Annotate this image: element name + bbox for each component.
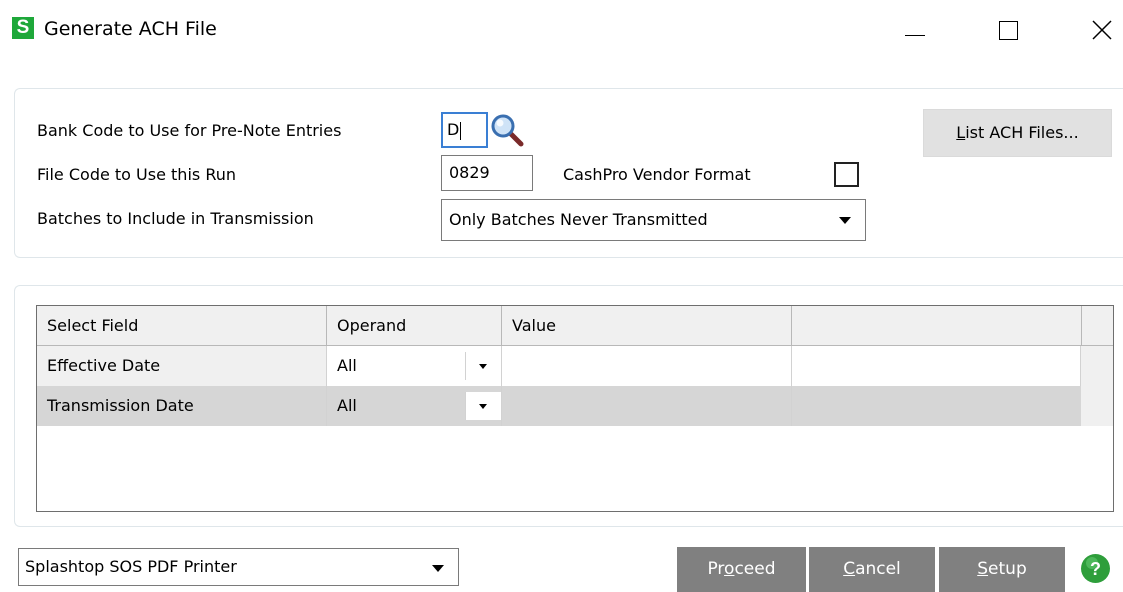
proceed-mnemonic: o (724, 559, 735, 579)
chevron-down-icon (479, 364, 487, 369)
window-title: Generate ACH File (44, 18, 217, 40)
setup-mnemonic: S (977, 559, 989, 579)
column-header-blank (792, 306, 1082, 346)
setup-button[interactable]: Setup (939, 547, 1065, 592)
chevron-down-icon[interactable] (432, 565, 444, 572)
close-icon (1092, 20, 1112, 40)
operand-value: All (337, 396, 357, 415)
table-row[interactable]: Transmission Date All (37, 386, 1081, 426)
blank-cell (792, 386, 1081, 426)
bank-code-label: Bank Code to Use for Pre-Note Entries (37, 121, 342, 140)
printer-select[interactable]: Splashtop SOS PDF Printer (18, 548, 459, 586)
operand-dropdown-button[interactable] (465, 352, 501, 380)
chevron-down-icon[interactable] (839, 217, 851, 224)
text-caret (460, 121, 462, 140)
close-button[interactable] (1079, 10, 1123, 50)
minimize-button[interactable] (893, 10, 939, 50)
value-cell[interactable] (502, 346, 792, 386)
chevron-down-icon (479, 404, 487, 409)
cashpro-checkbox[interactable] (834, 162, 859, 187)
help-glyph: ? (1090, 559, 1101, 579)
operand-dropdown-button[interactable] (465, 392, 501, 420)
selection-grid: Select Field Operand Value Effective Dat… (36, 305, 1114, 512)
batches-selected-value: Only Batches Never Transmitted (449, 210, 708, 229)
proceed-label-start: Pr (707, 559, 725, 579)
column-header-value[interactable]: Value (502, 306, 792, 346)
operand-value: All (337, 356, 357, 375)
cancel-button[interactable]: Cancel (809, 547, 935, 592)
select-field-cell: Transmission Date (37, 386, 327, 426)
value-cell[interactable] (502, 386, 792, 426)
app-logo-icon: S (12, 17, 34, 39)
select-field-cell: Effective Date (37, 346, 327, 386)
table-row[interactable]: Effective Date All (37, 346, 1081, 386)
list-ach-files-button[interactable]: List ACH Files... (923, 109, 1112, 157)
bank-code-value: D (447, 120, 460, 139)
proceed-label-end: ceed (734, 559, 776, 579)
printer-selected-value: Splashtop SOS PDF Printer (25, 557, 237, 576)
list-ach-files-label: ist ACH Files... (965, 123, 1079, 142)
grid-scroll-gutter (1081, 346, 1113, 426)
search-icon[interactable] (490, 113, 526, 149)
proceed-button[interactable]: Proceed (677, 547, 806, 592)
batches-select[interactable]: Only Batches Never Transmitted (441, 199, 866, 241)
setup-label: etup (988, 559, 1027, 579)
help-icon[interactable]: ? (1080, 553, 1111, 584)
column-header-select-field[interactable]: Select Field (37, 306, 327, 346)
title-bar: S Generate ACH File (0, 0, 1123, 62)
cashpro-label: CashPro Vendor Format (563, 165, 751, 184)
file-code-label: File Code to Use this Run (37, 165, 236, 184)
blank-cell (792, 346, 1081, 386)
batches-label: Batches to Include in Transmission (37, 209, 314, 228)
file-code-input[interactable]: 0829 (441, 155, 533, 191)
list-ach-files-mnemonic: L (956, 123, 966, 142)
cancel-mnemonic: C (843, 559, 856, 579)
maximize-button[interactable] (985, 10, 1031, 50)
bank-code-input[interactable]: D (441, 112, 488, 148)
operand-cell[interactable]: All (327, 346, 502, 386)
cancel-label: ancel (855, 559, 901, 579)
column-header-operand[interactable]: Operand (327, 306, 502, 346)
grid-header: Select Field Operand Value (37, 306, 1113, 346)
operand-cell[interactable]: All (327, 386, 502, 426)
